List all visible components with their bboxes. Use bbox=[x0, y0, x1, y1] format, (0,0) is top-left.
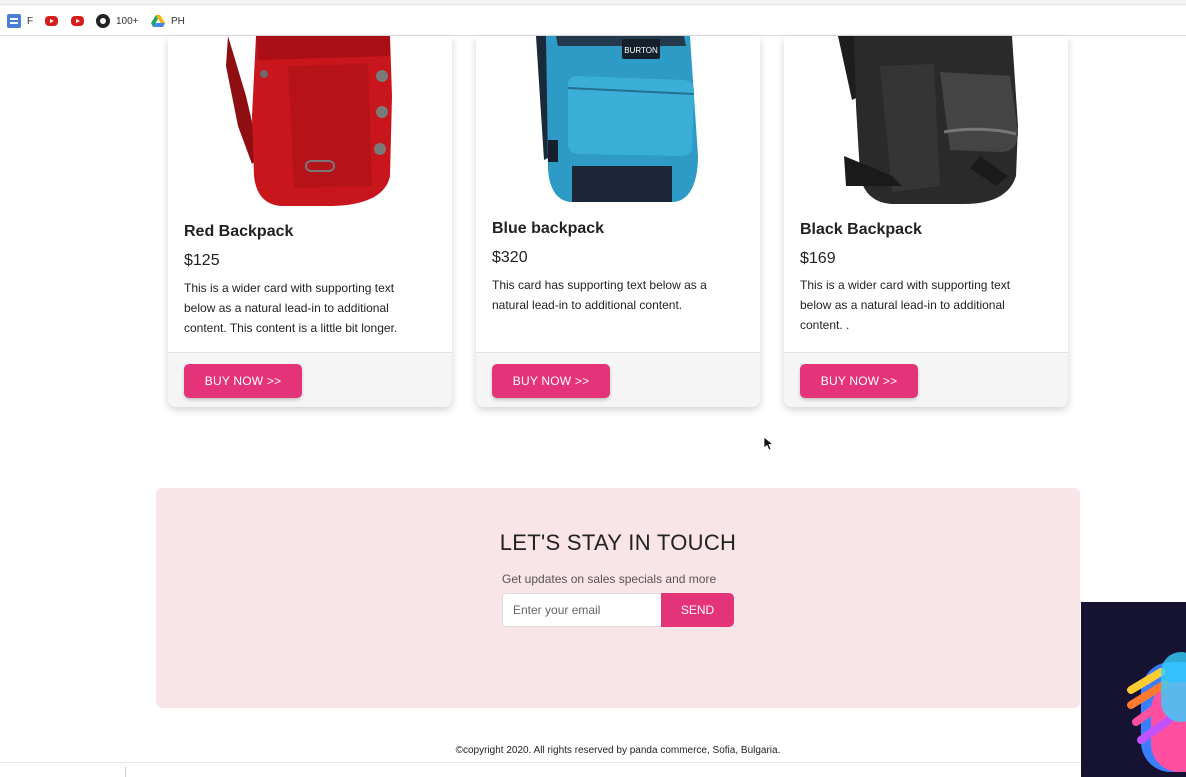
github-icon bbox=[96, 14, 110, 28]
bookmark-drive[interactable]: PH bbox=[151, 13, 185, 29]
youtube-icon bbox=[45, 16, 58, 26]
product-description: This is a wider card with supporting tex… bbox=[800, 278, 1011, 332]
card-footer: BUY NOW >> bbox=[784, 352, 1068, 407]
bookmark-label: F bbox=[27, 15, 34, 27]
bookmark-youtube-1[interactable] bbox=[45, 13, 64, 29]
bookmarks-bar: F 100+ PH bbox=[0, 0, 1186, 36]
blue-backpack-image: BURTON bbox=[536, 36, 698, 202]
product-title: Red Backpack bbox=[184, 223, 294, 240]
buy-now-button[interactable]: BUY NOW >> bbox=[184, 364, 302, 398]
divider bbox=[125, 767, 126, 777]
brand-label: BURTON bbox=[624, 46, 658, 55]
mouse-cursor-icon bbox=[764, 437, 774, 451]
bookmark-youtube-2[interactable] bbox=[71, 13, 90, 29]
status-strip bbox=[0, 762, 1186, 777]
newsletter-section: LET'S STAY IN TOUCH Get updates on sales… bbox=[156, 488, 1080, 708]
bookmark-label: 100+ bbox=[116, 15, 139, 27]
product-description: This card has supporting text below as a… bbox=[492, 278, 707, 312]
buy-now-button[interactable]: BUY NOW >> bbox=[800, 364, 918, 398]
product-price: $125 bbox=[184, 252, 220, 269]
card-footer: BUY NOW >> bbox=[168, 352, 452, 407]
product-description: This is a wider card with supporting tex… bbox=[184, 281, 398, 335]
product-title: Blue backpack bbox=[492, 220, 605, 237]
buy-now-button[interactable]: BUY NOW >> bbox=[492, 364, 610, 398]
address-bar-edge bbox=[0, 0, 1186, 5]
product-price: $169 bbox=[800, 250, 836, 267]
colorful-logo-icon bbox=[1127, 652, 1186, 772]
product-price: $320 bbox=[492, 249, 528, 266]
copyright-text: ©copyright 2020. All rights reserved by … bbox=[455, 745, 781, 756]
card-footer: BUY NOW >> bbox=[476, 352, 760, 407]
youtube-icon bbox=[71, 16, 84, 26]
docs-icon bbox=[7, 14, 21, 28]
product-card-black: Black Backpack $169 This is a wider card… bbox=[784, 36, 1068, 407]
black-backpack-image bbox=[838, 36, 1018, 204]
product-title: Black Backpack bbox=[800, 221, 922, 238]
newsletter-subtitle: Get updates on sales specials and more bbox=[502, 572, 717, 586]
product-card-blue: BURTON Blue backpack $320 This card has … bbox=[476, 36, 760, 407]
send-button[interactable]: SEND bbox=[661, 593, 734, 627]
bookmark-label: PH bbox=[171, 15, 185, 27]
bookmark-docs[interactable]: F bbox=[7, 13, 33, 29]
drive-icon bbox=[151, 15, 165, 27]
red-backpack-image bbox=[219, 36, 393, 206]
email-input[interactable] bbox=[502, 593, 662, 627]
app-logo-overlay bbox=[1081, 602, 1186, 777]
bookmark-github[interactable]: 100+ bbox=[96, 13, 139, 29]
product-card-red: Red Backpack $125 This is a wider card w… bbox=[168, 36, 452, 407]
newsletter-heading: LET'S STAY IN TOUCH bbox=[499, 530, 737, 555]
